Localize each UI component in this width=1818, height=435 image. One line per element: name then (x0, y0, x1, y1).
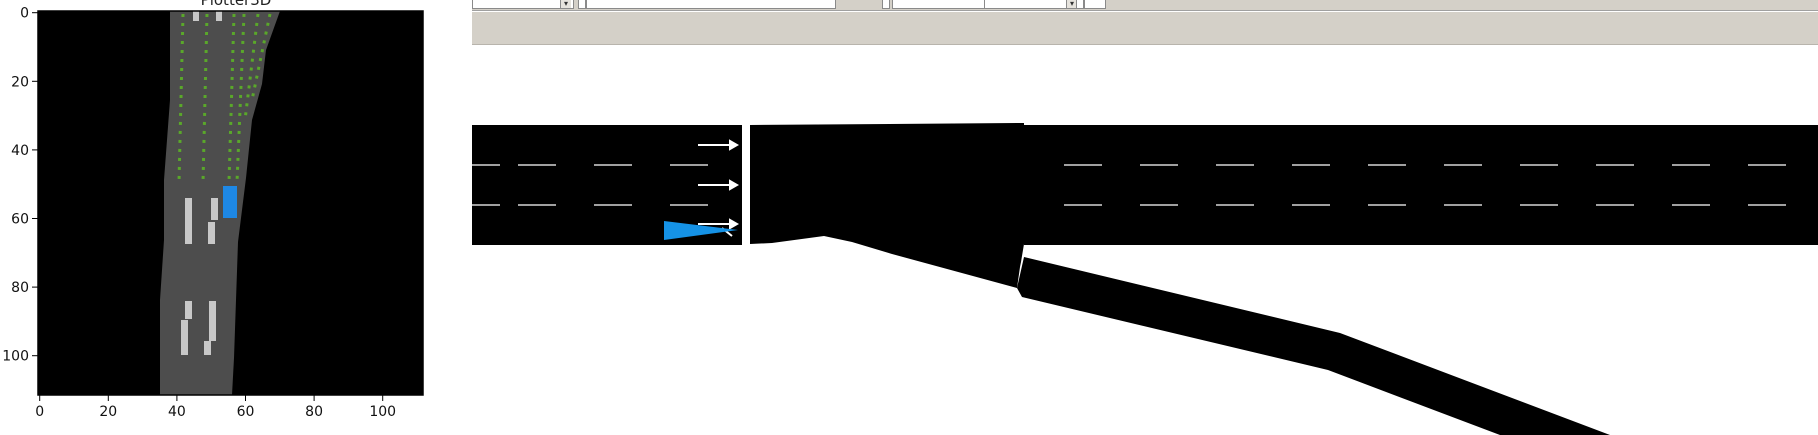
road-segment-right (1024, 125, 1818, 245)
vehicle (185, 198, 192, 244)
x-tick-label: 40 (168, 404, 186, 420)
x-tick-label: 20 (99, 404, 117, 420)
vehicle (181, 320, 188, 355)
x-tick-label: 80 (305, 404, 323, 420)
y-tick-label: 80 (11, 280, 29, 296)
vehicle (185, 301, 192, 319)
y-tick-label: 60 (11, 212, 29, 228)
vehicle (209, 301, 216, 341)
simulator-view[interactable]: ▾ ▾ (472, 0, 1818, 435)
x-axis: 0 20 40 60 80 100 (35, 395, 396, 420)
plot-title: Plotter3D (200, 0, 272, 9)
vehicle (216, 11, 222, 21)
road-junction (750, 123, 1024, 288)
plotter-panel: 0 20 40 60 80 100 0 20 40 60 80 100 Plotter3D (0, 0, 472, 435)
vehicle (204, 341, 211, 355)
x-tick-label: 60 (237, 404, 255, 420)
y-tick-label: 40 (11, 143, 29, 159)
vehicle (193, 11, 199, 21)
y-tick-label: 100 (2, 349, 29, 365)
road-off-ramp (1017, 257, 1610, 435)
vehicle (211, 198, 218, 220)
x-tick-label: 0 (35, 404, 44, 420)
plotter-figure: 0 20 40 60 80 100 0 20 40 60 80 100 (2, 6, 424, 420)
x-tick-label: 100 (369, 404, 396, 420)
road-network-canvas[interactable] (472, 0, 1818, 435)
segment-gap (742, 125, 750, 245)
ego-vehicle (223, 186, 237, 218)
y-tick-label: 20 (11, 74, 29, 90)
y-axis: 020406080100 (2, 6, 38, 365)
vehicle (208, 222, 215, 244)
